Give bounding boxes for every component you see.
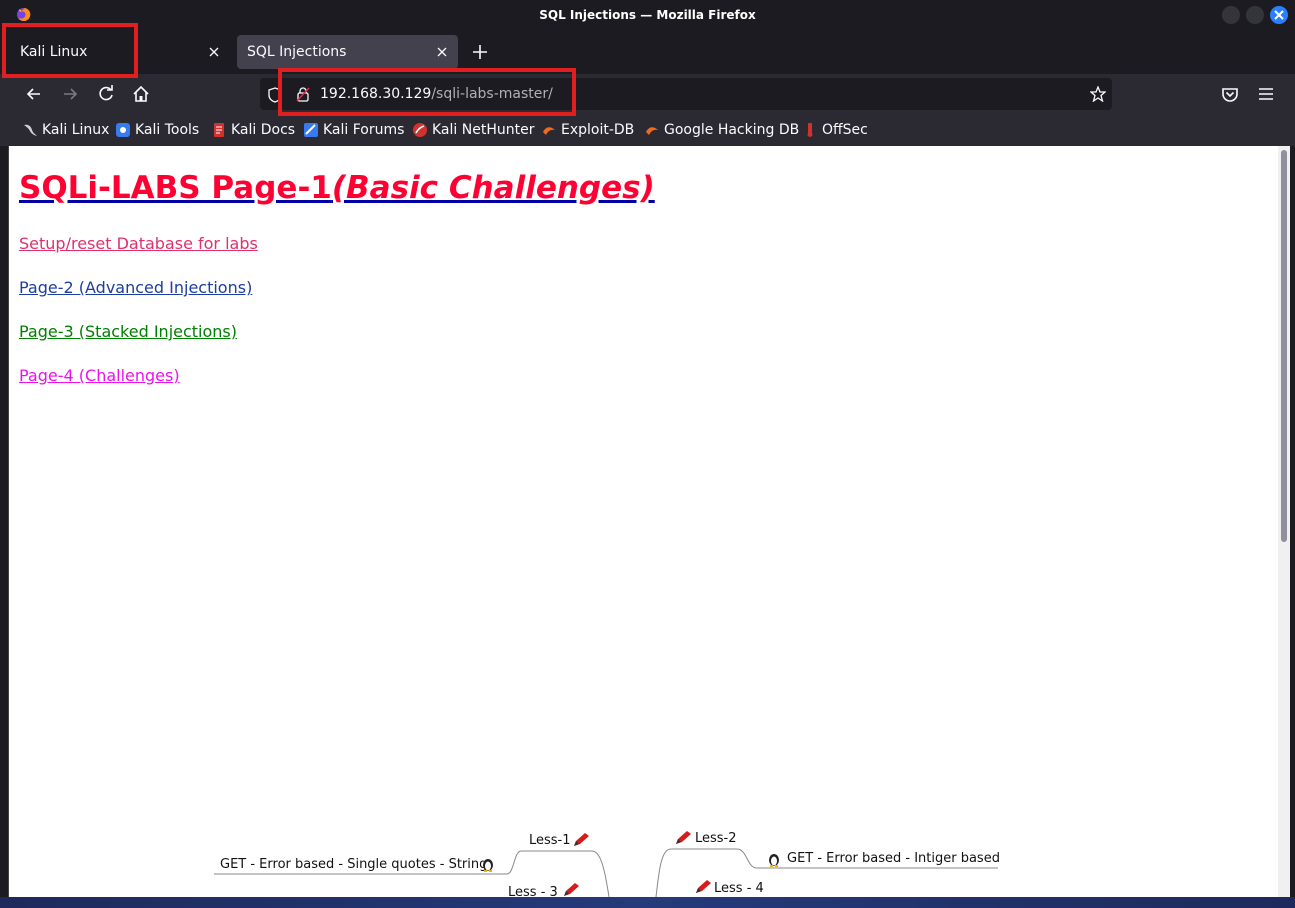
bookmarks-toolbar: Kali Linux Kali Tools Kali Docs Kali For… <box>0 114 1295 146</box>
less-2-label: Less-2 <box>695 831 737 846</box>
kali-forums-icon <box>304 123 318 137</box>
vertical-scrollbar[interactable] <box>1278 146 1290 897</box>
tab-close-icon[interactable] <box>436 46 448 58</box>
less-1-label: Less-1 <box>529 833 571 848</box>
kali-dragon-icon <box>24 124 37 136</box>
forward-arrow-icon[interactable] <box>60 84 80 104</box>
maximize-button[interactable] <box>1246 6 1264 24</box>
bookmark-label: Kali Forums <box>323 122 405 138</box>
tab-strip: Kali Linux SQL Injections <box>0 30 1295 74</box>
bookmark-label: Kali Docs <box>231 122 296 138</box>
pencil-icon <box>564 883 579 896</box>
page-3-link[interactable]: Page-3 (Stacked Injections) <box>19 322 237 341</box>
title-bar: SQL Injections — Mozilla Firefox <box>0 0 1295 30</box>
reload-icon[interactable] <box>96 84 116 104</box>
kali-tools-icon <box>116 123 130 137</box>
heading-italic: (Basic Challenges) <box>331 170 655 206</box>
pencil-icon <box>676 831 691 844</box>
ghdb-icon <box>646 127 658 135</box>
less-1-description: GET - Error based - Single quotes - Stri… <box>220 857 488 872</box>
close-window-button[interactable] <box>1270 6 1288 24</box>
minimize-button[interactable] <box>1222 6 1240 24</box>
less-4-label: Less - 4 <box>714 881 764 896</box>
tab-sql-injections[interactable]: SQL Injections <box>237 35 458 69</box>
tab-label: SQL Injections <box>247 44 347 60</box>
page-heading[interactable]: SQLi-LABS Page-1(Basic Challenges) <box>19 170 655 206</box>
pocket-icon[interactable] <box>1220 84 1240 104</box>
less-2-description: GET - Error based - Intiger based <box>787 851 1000 866</box>
offsec-icon <box>807 123 813 137</box>
page-content: SQLi-LABS Page-1(Basic Challenges) Setup… <box>8 146 1279 897</box>
annotation-box-url <box>278 68 576 116</box>
bookmark-label: Kali NetHunter <box>432 122 535 138</box>
home-icon[interactable] <box>131 84 151 104</box>
bookmark-label: Kali Tools <box>135 122 200 138</box>
navigation-toolbar: 192.168.30.129/sqli-labs-master/ <box>0 74 1295 114</box>
lessons-mindmap: Less-1 GET - Error based - Single quotes… <box>9 816 1279 897</box>
close-icon <box>1274 10 1284 20</box>
taskbar-edge <box>0 897 1295 908</box>
tab-close-icon[interactable] <box>208 46 220 58</box>
less-3-label: Less - 3 <box>508 885 558 897</box>
kali-nethunter-icon <box>413 123 427 137</box>
bookmark-label: Google Hacking DB <box>664 122 800 138</box>
new-tab-plus-icon[interactable] <box>471 43 489 61</box>
page-4-link[interactable]: Page-4 (Challenges) <box>19 366 180 385</box>
pencil-icon <box>574 833 589 846</box>
scrollbar-thumb[interactable] <box>1281 150 1287 542</box>
hamburger-menu-icon[interactable] <box>1256 84 1276 104</box>
exploit-db-icon <box>543 127 555 135</box>
mindmap-connectors <box>214 848 998 897</box>
linux-penguin-icon <box>769 854 779 867</box>
firefox-window: SQL Injections — Mozilla Firefox Kali Li… <box>0 0 1295 908</box>
annotation-box-kali-tab <box>2 23 138 78</box>
kali-docs-icon <box>214 123 224 137</box>
pencil-icon <box>696 880 711 893</box>
window-title: SQL Injections — Mozilla Firefox <box>539 8 756 22</box>
setup-reset-database-link[interactable]: Setup/reset Database for labs <box>19 234 258 253</box>
bookmark-label: Kali Linux <box>42 122 110 138</box>
heading-main: SQLi-LABS Page-1 <box>19 170 332 206</box>
back-arrow-icon[interactable] <box>24 84 44 104</box>
bookmark-star-icon[interactable] <box>1090 86 1106 102</box>
linux-penguin-icon <box>483 859 493 872</box>
bookmark-label: OffSec <box>822 122 868 138</box>
bookmark-label: Exploit-DB <box>561 122 635 138</box>
page-2-link[interactable]: Page-2 (Advanced Injections) <box>19 278 252 297</box>
